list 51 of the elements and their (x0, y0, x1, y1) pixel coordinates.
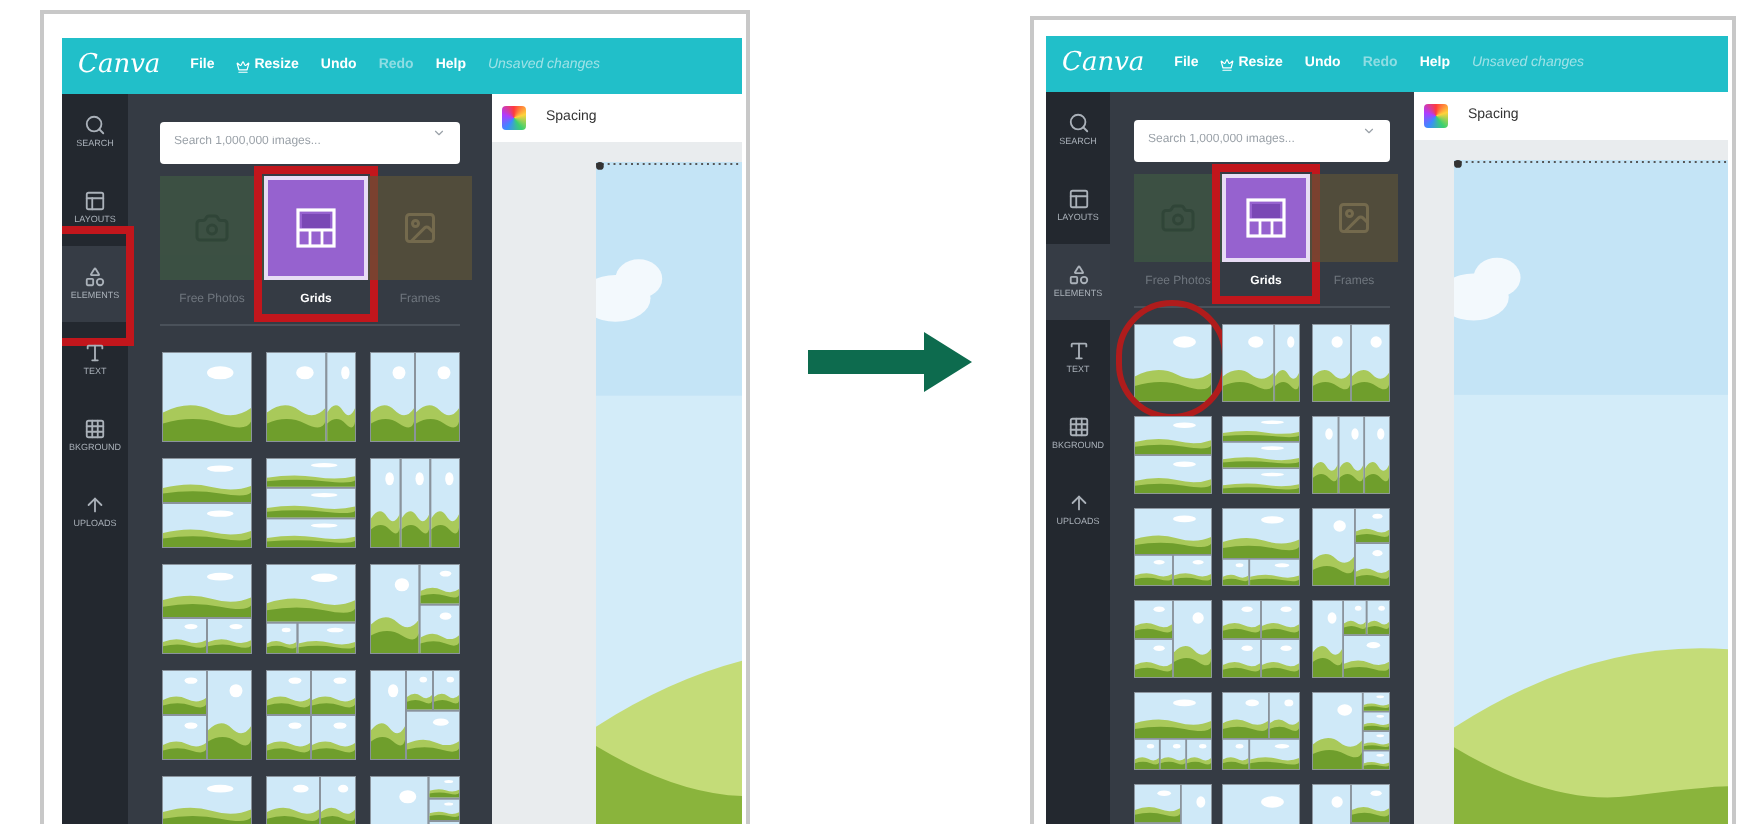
grid-thumbnail[interactable] (369, 564, 459, 654)
grid-thumbnail[interactable] (161, 564, 251, 654)
upload-icon (84, 493, 106, 516)
grid-thumbnail[interactable] (1311, 692, 1390, 770)
shapes-icon (84, 265, 106, 288)
grid-thumbnail[interactable] (265, 564, 355, 654)
grid-layout-icon (296, 208, 336, 248)
grid-thumbnail[interactable] (369, 352, 459, 442)
grid-thumbnail[interactable] (161, 352, 251, 442)
text-icon (1067, 339, 1089, 362)
search-icon (1067, 111, 1089, 134)
color-palette-icon[interactable] (502, 106, 526, 130)
dropdown-icon (432, 126, 446, 140)
grid-thumbnail[interactable] (1134, 508, 1213, 586)
grid-thumbnail[interactable] (265, 352, 355, 442)
grid-layout-icon (1246, 198, 1286, 238)
grid-thumbnail[interactable] (1222, 508, 1301, 586)
grid-thumbnail[interactable] (1222, 324, 1301, 402)
crown-icon (1220, 57, 1235, 71)
grid-thumbnail[interactable] (1222, 600, 1301, 678)
grid-thumbnail[interactable] (265, 670, 355, 760)
grid-thumbnail[interactable] (161, 458, 251, 548)
text-icon (84, 341, 106, 364)
grid-icon (84, 417, 106, 440)
grid-thumbnail[interactable] (369, 458, 459, 548)
search-icon (84, 113, 106, 136)
shapes-icon (1067, 263, 1089, 286)
grid-thumbnail[interactable] (1311, 324, 1390, 402)
logo[interactable]: Canva (78, 46, 161, 86)
grid-thumbnail[interactable] (1222, 692, 1301, 770)
grid-thumbnail[interactable] (265, 458, 355, 548)
grid-thumbnail[interactable] (1222, 416, 1301, 494)
layout-icon (84, 189, 106, 212)
grid-thumbnail[interactable] (1134, 600, 1213, 678)
grid-thumbnail[interactable] (1134, 324, 1213, 402)
grid-thumbnail[interactable] (1311, 508, 1390, 586)
upload-icon (1067, 491, 1089, 514)
grid-thumbnail[interactable] (1311, 600, 1390, 678)
grid-thumbnail[interactable] (161, 670, 251, 760)
dropdown-icon (1362, 124, 1376, 138)
color-palette-icon[interactable] (1424, 104, 1448, 128)
logo[interactable]: Canva (1062, 44, 1145, 84)
layout-icon (1067, 187, 1089, 210)
image-icon (1336, 200, 1372, 236)
image-icon (402, 210, 438, 246)
grid-thumbnail[interactable] (1311, 416, 1390, 494)
grid-icon (1067, 415, 1089, 438)
grid-thumbnail[interactable] (1134, 692, 1213, 770)
grid-thumbnail[interactable] (1134, 416, 1213, 494)
crown-icon (236, 59, 251, 73)
grid-thumbnail[interactable] (369, 670, 459, 760)
